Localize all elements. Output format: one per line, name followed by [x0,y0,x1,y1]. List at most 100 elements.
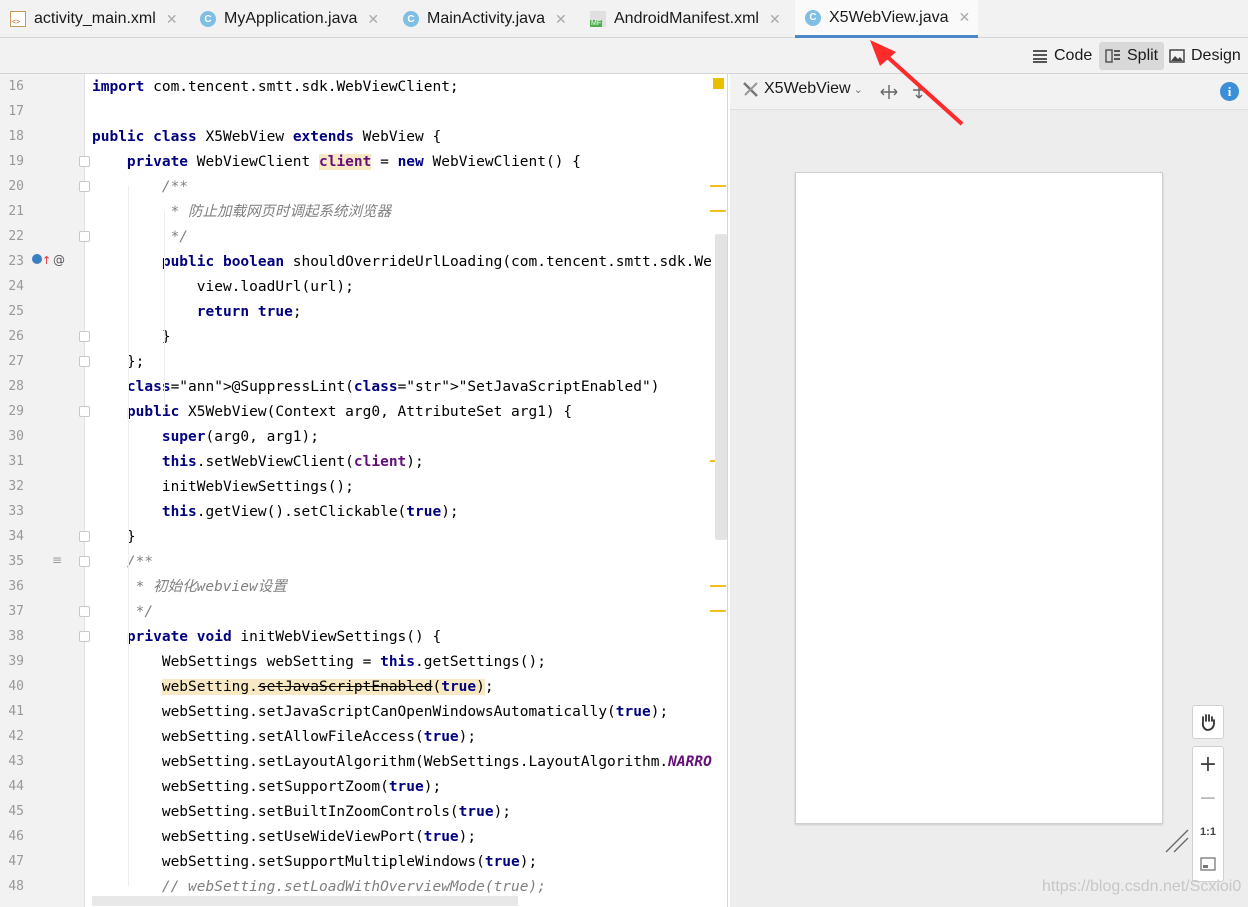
fold-marker-icon[interactable] [79,331,90,342]
code-line[interactable]: return true; [92,300,302,325]
code-view-button[interactable]: Code [1026,42,1098,70]
render-javadoc-icon[interactable]: ≡ [52,553,62,567]
code-line[interactable]: this.getView().setClickable(true); [92,500,459,525]
line-number: 43 [8,754,24,769]
pan-arrows-icon[interactable] [879,84,899,100]
override-method-icon[interactable]: ↑ [32,253,51,267]
code-line[interactable]: * 初始化webview设置 [92,575,287,600]
code-line[interactable]: * 防止加载网页时调起系统浏览器 [92,200,391,225]
close-icon[interactable]: ✕ [769,11,781,28]
editor-tab-bar: activity_main.xml ✕ C MyApplication.java… [0,0,1248,38]
line-number: 37 [8,604,24,619]
indent-guide [164,211,165,411]
code-line[interactable]: webSetting.setBuiltInZoomControls(true); [92,800,511,825]
line-number: 21 [8,204,24,219]
line-number: 32 [8,479,24,494]
vertical-scrollbar[interactable] [715,234,727,540]
zoom-out-icon[interactable]: − [1199,781,1217,815]
warning-status-icon[interactable] [713,78,724,89]
warning-stripe-marker[interactable] [710,185,726,187]
warning-stripe-marker[interactable] [710,585,726,587]
close-icon[interactable]: ✕ [958,9,970,26]
code-line[interactable]: webSetting.setJavaScriptCanOpenWindowsAu… [92,700,668,725]
line-number: 35 [8,554,24,569]
code-line[interactable]: public class X5WebView extends WebView { [92,125,441,150]
line-number: 26 [8,329,24,344]
tab-androidmanifest-xml[interactable]: AndroidManifest.xml ✕ [590,0,790,38]
code-line[interactable]: } [92,525,136,550]
pan-hand-button[interactable] [1192,705,1224,739]
fold-marker-icon[interactable] [79,231,90,242]
close-icon[interactable]: ✕ [555,11,567,28]
warning-stripe-marker[interactable] [710,610,726,612]
fold-marker-icon[interactable] [79,556,90,567]
code-line[interactable]: this.setWebViewClient(client); [92,450,424,475]
split-view-button[interactable]: Split [1099,42,1165,70]
line-number: 38 [8,629,24,644]
warning-stripe-marker[interactable] [710,210,726,212]
code-line[interactable]: webSetting.setJavaScriptEnabled(true); [92,675,494,700]
code-line[interactable]: webSetting.setLayoutAlgorithm(WebSetting… [92,750,712,775]
code-line[interactable]: webSetting.setSupportMultipleWindows(tru… [92,850,537,875]
zoom-in-icon[interactable]: + [1199,747,1217,781]
fold-marker-icon[interactable] [79,606,90,617]
image-icon [1169,49,1185,63]
component-selector[interactable]: X5WebView ⌄ [742,80,863,98]
code-line[interactable]: webSetting.setSupportZoom(true); [92,775,441,800]
fold-marker-icon[interactable] [79,531,90,542]
code-line[interactable]: private void initWebViewSettings() { [92,625,441,650]
zoom-fit-icon[interactable] [1200,849,1216,879]
zoom-controls: + − 1:1 [1192,746,1224,882]
code-editor[interactable]: 16 import com.tencent.smtt.sdk.WebViewCli… [0,74,728,907]
tab-x5webview-java[interactable]: C X5WebView.java ✕ [795,0,978,38]
align-arrows-icon[interactable] [911,84,927,100]
xml-file-icon [10,11,26,27]
fold-marker-icon[interactable] [79,406,90,417]
resize-handle-icon[interactable] [1164,828,1190,854]
code-line[interactable]: }; [92,350,144,375]
tab-activity-main-xml[interactable]: activity_main.xml ✕ [10,0,188,38]
horizontal-scrollbar[interactable] [92,896,518,906]
line-number: 44 [8,779,24,794]
code-line[interactable]: */ [92,600,153,625]
pan-hand-icon [1201,714,1215,731]
code-view-label: Code [1054,47,1093,64]
device-preview-canvas[interactable] [795,172,1163,824]
code-line[interactable]: WebSettings webSetting = this.getSetting… [92,650,546,675]
info-icon[interactable]: i [1220,82,1239,101]
code-line[interactable]: private WebViewClient client = new WebVi… [92,150,581,175]
close-icon[interactable]: ✕ [367,11,379,28]
actual-size-button[interactable]: 1:1 [1200,815,1216,849]
watermark-text: https://blog.csdn.net/Scxioi0 [1042,878,1242,895]
fold-marker-icon[interactable] [79,356,90,367]
code-line[interactable]: */ [92,225,188,250]
code-line[interactable]: initWebViewSettings(); [92,475,354,500]
indent-guide [128,186,129,886]
fold-marker-icon[interactable] [79,631,90,642]
code-line[interactable]: /** [92,175,188,200]
line-number: 30 [8,429,24,444]
tab-myapplication-java[interactable]: C MyApplication.java ✕ [200,0,390,38]
tab-mainactivity-java[interactable]: C MainActivity.java ✕ [403,0,579,38]
annotation-gutter-icon[interactable]: @ [53,253,65,267]
code-line[interactable]: public boolean shouldOverrideUrlLoading(… [92,250,712,275]
design-view-button[interactable]: Design [1163,42,1247,70]
fold-marker-icon[interactable] [79,181,90,192]
line-number: 33 [8,504,24,519]
fold-marker-icon[interactable] [79,156,90,167]
line-number: 16 [8,79,24,94]
split-view-icon [1105,49,1120,63]
code-line[interactable]: /** [92,550,153,575]
code-line[interactable]: } [92,325,171,350]
code-line[interactable]: webSetting.setUseWideViewPort(true); [92,825,476,850]
line-number: 34 [8,529,24,544]
code-line[interactable]: import com.tencent.smtt.sdk.WebViewClien… [92,75,459,100]
code-line[interactable]: class="ann">@SuppressLint(class="str">"S… [92,375,660,400]
code-view-icon [1033,50,1047,63]
code-line[interactable]: webSetting.setAllowFileAccess(true); [92,725,476,750]
line-number: 42 [8,729,24,744]
split-view-label: Split [1127,47,1159,64]
code-line[interactable]: super(arg0, arg1); [92,425,319,450]
code-line[interactable]: view.loadUrl(url); [92,275,354,300]
close-icon[interactable]: ✕ [166,11,178,28]
